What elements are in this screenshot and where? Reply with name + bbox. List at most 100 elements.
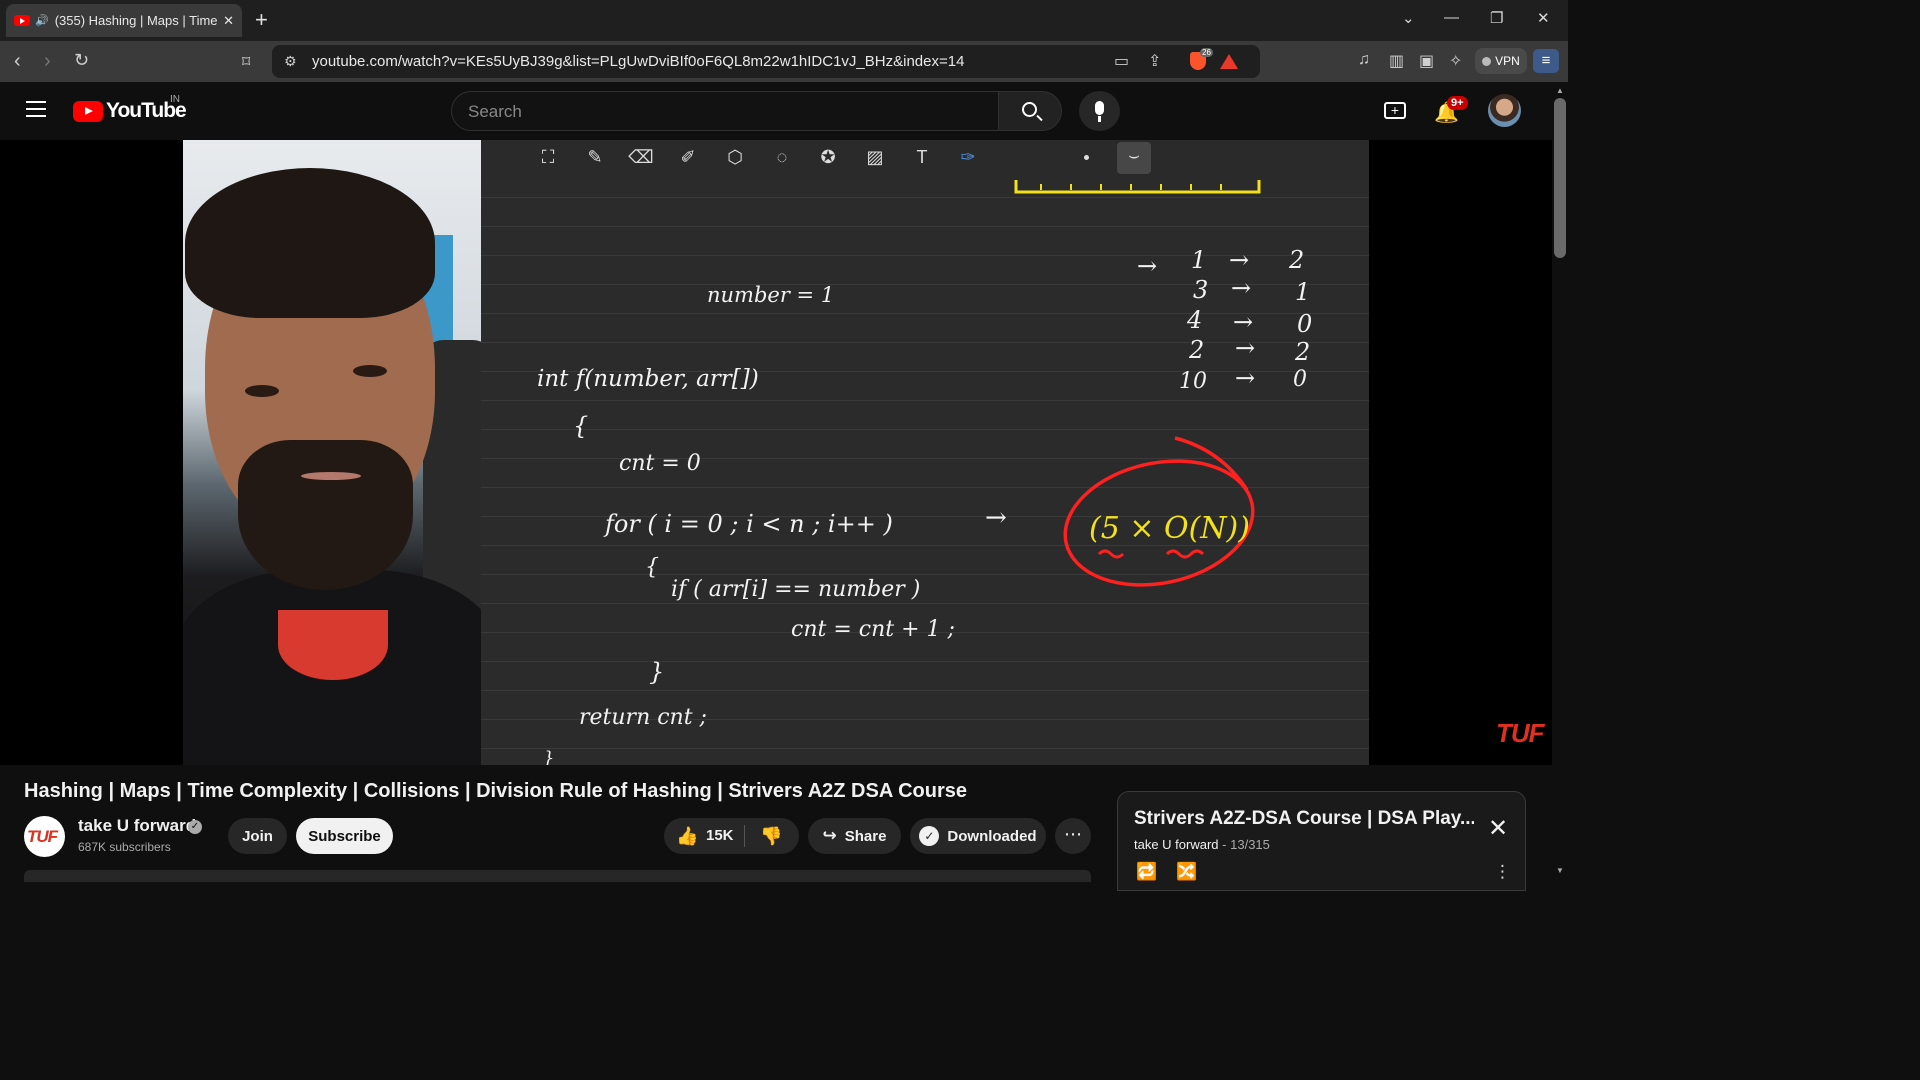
dislike-icon[interactable]: 👎 bbox=[760, 826, 782, 847]
cast-icon[interactable]: ▭ bbox=[1114, 51, 1129, 71]
playlist-close-icon[interactable]: ✕ bbox=[1488, 814, 1508, 843]
whiteboard-toolbar: ⛶ ✎ ⌫ ✐ ⬡ ◌ ✪ ▨ T ✑ ⌣ bbox=[481, 140, 1369, 178]
shuffle-playlist-icon[interactable]: 🔀 bbox=[1176, 862, 1197, 882]
red-highlight-circle bbox=[1063, 459, 1255, 587]
youtube-masthead: YouTube IN + 🔔 9+ bbox=[0, 82, 1568, 140]
notification-count-badge: 9+ bbox=[1447, 96, 1468, 110]
verified-check-icon: ✓ bbox=[188, 820, 202, 834]
join-button[interactable]: Join bbox=[228, 818, 287, 854]
channel-logo-text: TUF bbox=[27, 827, 58, 846]
scrollbar-thumb[interactable] bbox=[1554, 98, 1566, 258]
tab-search-icon[interactable]: ⌄ bbox=[1402, 9, 1415, 27]
playlist-meta: take U forward - 13/315 bbox=[1134, 837, 1270, 852]
like-count[interactable]: 15K bbox=[706, 827, 734, 844]
playlist-position: 13/315 bbox=[1230, 837, 1270, 852]
media-icon[interactable]: ♫ bbox=[1358, 51, 1370, 69]
search-button[interactable] bbox=[998, 91, 1062, 131]
map-value: 2 bbox=[1288, 246, 1304, 274]
sticker-tool-icon: ✪ bbox=[820, 147, 836, 167]
reload-icon[interactable]: ↻ bbox=[74, 50, 89, 71]
playlist-panel: Strivers A2Z-DSA Course | DSA Play... ta… bbox=[1117, 791, 1526, 891]
account-avatar[interactable] bbox=[1488, 94, 1521, 127]
site-info-icon[interactable]: ⚙ bbox=[284, 53, 297, 70]
complexity-underline bbox=[1097, 549, 1205, 559]
scroll-up-icon[interactable]: ▲ bbox=[1556, 86, 1564, 95]
vpn-status-icon bbox=[1482, 56, 1492, 66]
forward-icon[interactable]: › bbox=[44, 50, 51, 73]
share-page-icon[interactable]: ⇪ bbox=[1148, 51, 1161, 71]
map-key: 1 bbox=[1191, 246, 1206, 274]
downloaded-check-icon: ✓ bbox=[919, 826, 940, 846]
code-number: number = 1 bbox=[707, 283, 834, 307]
shields-count-badge: 26 bbox=[1200, 48, 1213, 57]
search-input[interactable] bbox=[468, 101, 968, 123]
browser-toolbar: ‹ › ↻ ⌑ ⚙ youtube.com/watch?v=KEs5UyBJ39… bbox=[0, 41, 1568, 82]
loop-playlist-icon[interactable]: 🔁 bbox=[1136, 862, 1157, 882]
browser-menu-icon[interactable]: ≡ bbox=[1533, 49, 1559, 73]
map-arrow: → bbox=[1233, 308, 1253, 336]
voice-search-icon[interactable] bbox=[1079, 91, 1120, 131]
youtube-logo[interactable]: YouTube IN bbox=[73, 94, 187, 123]
presenter-beard bbox=[238, 440, 413, 590]
presenter-eye-left bbox=[245, 385, 279, 397]
search-icon bbox=[1022, 102, 1037, 117]
vpn-label: VPN bbox=[1495, 54, 1520, 68]
leo-ai-icon[interactable]: ✧ bbox=[1449, 51, 1462, 71]
code-increment: cnt = cnt + 1 ; bbox=[791, 617, 955, 642]
restore-button[interactable]: ❐ bbox=[1490, 9, 1503, 27]
map-value: 2 bbox=[1294, 338, 1310, 366]
map-key: 3 bbox=[1193, 276, 1208, 304]
image-tool-icon: ▨ bbox=[866, 147, 884, 167]
screenshot-tool-icon: ⛶ bbox=[541, 147, 555, 167]
back-icon[interactable]: ‹ bbox=[14, 50, 21, 73]
sidebar-icon[interactable]: ▥ bbox=[1389, 51, 1404, 71]
code-for-open: { bbox=[645, 555, 659, 580]
map-arrow: → bbox=[1235, 364, 1255, 392]
bookmark-icon[interactable]: ⌑ bbox=[242, 52, 250, 72]
download-button[interactable]: ✓ Downloaded bbox=[910, 818, 1046, 854]
channel-avatar[interactable]: TUF bbox=[24, 816, 65, 857]
playlist-menu-icon[interactable]: ⋮ bbox=[1494, 862, 1511, 882]
tab-close-icon[interactable]: ✕ bbox=[223, 13, 234, 29]
whiteboard: ⛶ ✎ ⌫ ✐ ⬡ ◌ ✪ ▨ T ✑ ⌣ → 1 → 2 3 → 1 4 → … bbox=[481, 140, 1369, 765]
presenter-webcam bbox=[183, 140, 481, 765]
url-text: youtube.com/watch?v=KEs5UyBJ39g&list=PLg… bbox=[312, 53, 965, 70]
code-open-brace: { bbox=[573, 412, 588, 440]
playlist-title[interactable]: Strivers A2Z-DSA Course | DSA Play... bbox=[1134, 808, 1474, 830]
vpn-button[interactable]: VPN bbox=[1475, 48, 1527, 74]
playlist-separator: - bbox=[1222, 837, 1231, 852]
create-video-icon[interactable]: + bbox=[1384, 102, 1406, 119]
new-tab-button[interactable]: + bbox=[255, 7, 268, 33]
array-box-outline bbox=[1014, 180, 1261, 194]
video-player[interactable]: ⛶ ✎ ⌫ ✐ ⬡ ◌ ✪ ▨ T ✑ ⌣ → 1 → 2 3 → 1 4 → … bbox=[0, 140, 1552, 765]
channel-name[interactable]: take U forward bbox=[78, 816, 196, 836]
minimize-button[interactable]: — bbox=[1444, 9, 1459, 26]
browser-tab-active[interactable]: 🔊 (355) Hashing | Maps | Time Complexity… bbox=[6, 4, 242, 37]
map-value: 0 bbox=[1297, 310, 1312, 338]
code-arrow: → bbox=[985, 503, 1007, 533]
subscribe-button[interactable]: Subscribe bbox=[296, 818, 393, 854]
share-button[interactable]: ↪ Share bbox=[808, 818, 901, 854]
playlist-channel[interactable]: take U forward bbox=[1134, 837, 1219, 852]
red-circle-tail bbox=[1174, 436, 1249, 491]
map-arrow: → bbox=[1229, 246, 1249, 274]
speaker-icon[interactable]: 🔊 bbox=[35, 14, 49, 27]
eraser-tool-icon: ⌫ bbox=[628, 147, 654, 167]
more-actions-icon[interactable]: ⋯ bbox=[1055, 818, 1091, 854]
like-icon[interactable]: 👍 bbox=[676, 826, 698, 847]
address-bar[interactable]: ⚙ youtube.com/watch?v=KEs5UyBJ39g&list=P… bbox=[272, 45, 1260, 78]
map-arrow: → bbox=[1235, 334, 1255, 362]
close-window-button[interactable]: ✕ bbox=[1537, 9, 1550, 27]
curve-tool-icon: ⌣ bbox=[1128, 145, 1140, 165]
map-value: 1 bbox=[1295, 278, 1310, 306]
brave-rewards-icon[interactable] bbox=[1220, 54, 1238, 69]
youtube-favicon-icon bbox=[14, 15, 30, 26]
like-dislike-group: 👍 15K 👎 bbox=[664, 818, 799, 854]
guide-menu-icon[interactable] bbox=[26, 101, 46, 117]
map-key: 4 bbox=[1186, 306, 1202, 334]
page-scrollbar[interactable]: ▲ ▼ bbox=[1552, 82, 1568, 882]
scroll-down-icon[interactable]: ▼ bbox=[1556, 866, 1564, 875]
youtube-play-icon bbox=[73, 100, 103, 122]
map-arrow: → bbox=[1231, 274, 1251, 302]
wallet-icon[interactable]: ▣ bbox=[1419, 51, 1434, 71]
